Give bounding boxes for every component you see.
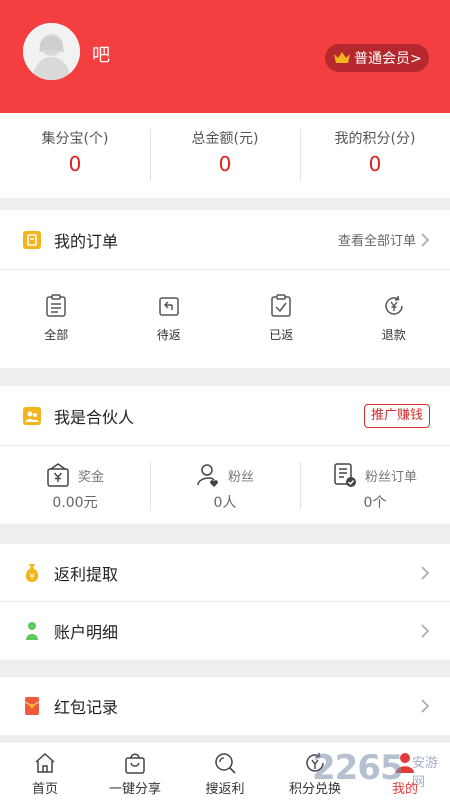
partner-title: 我是合伙人	[54, 407, 135, 427]
orders-card: 我的订单 查看全部订单 全部 待返 已返 退款	[0, 210, 450, 368]
partner-header: 我是合伙人 推广赚钱	[0, 386, 450, 446]
return-box-icon	[159, 297, 179, 316]
menu-red-envelope-label: 红包记录	[54, 698, 119, 717]
partner-card: 我是合伙人 推广赚钱 奖金 0.00元 粉丝 0人 粉丝订单 0个	[0, 386, 450, 524]
account-stats: 集分宝(个) 0 总金额(元) 0 我的积分(分) 0	[0, 113, 450, 198]
tab-search-rebate[interactable]: 搜返利	[180, 742, 270, 800]
tab-points-exchange-label: 积分兑换	[288, 782, 341, 797]
chevron-right-icon	[421, 565, 430, 580]
menu-rebate-withdraw[interactable]: ¥ 返利提取	[0, 544, 450, 602]
order-status-grid: 全部 待返 已返 退款	[0, 270, 450, 368]
order-returned-button[interactable]: 已返	[225, 270, 338, 368]
default-avatar-icon	[23, 23, 80, 80]
avatar[interactable]	[23, 23, 80, 80]
svg-text:¥: ¥	[29, 572, 34, 581]
tab-points-exchange[interactable]: 积分兑换	[270, 742, 360, 800]
order-all-label: 全部	[44, 328, 69, 342]
partner-fan-orders-value: 0个	[363, 495, 387, 511]
stat-points[interactable]: 我的积分(分) 0	[300, 113, 450, 198]
partner-stats: 奖金 0.00元 粉丝 0人 粉丝订单 0个	[0, 446, 450, 524]
stat-value: 0	[218, 152, 232, 176]
stat-label: 我的积分(分)	[334, 131, 416, 147]
stat-label: 总金额(元)	[191, 131, 259, 147]
partner-bonus-label: 奖金	[77, 469, 104, 485]
crown-icon	[334, 52, 350, 63]
stat-jifenbao[interactable]: 集分宝(个) 0	[0, 113, 150, 198]
profile-header: 吧 普通会员>	[0, 0, 450, 113]
stat-value: 0	[368, 152, 382, 176]
menu-group-1: ¥ 返利提取 账户明细	[0, 544, 450, 660]
stat-label: 集分宝(个)	[41, 131, 109, 147]
chevron-right-icon	[421, 699, 430, 713]
partner-bonus[interactable]: 奖金 0.00元	[0, 446, 150, 524]
partner-fans-label: 粉丝	[227, 469, 254, 485]
home-icon	[35, 752, 55, 773]
orders-title: 我的订单	[54, 231, 119, 251]
red-envelope-icon	[24, 697, 40, 715]
clipboard-check-icon	[271, 294, 291, 317]
money-bag-icon: ¥	[25, 563, 39, 582]
partner-icon	[23, 406, 41, 425]
view-all-orders-label: 查看全部订单	[337, 234, 416, 249]
shopping-bag-icon	[125, 753, 145, 774]
stat-value: 0	[68, 152, 82, 176]
order-icon	[23, 230, 41, 249]
order-returned-label: 已返	[269, 328, 294, 342]
stat-total-amount[interactable]: 总金额(元) 0	[150, 113, 300, 198]
partner-fan-orders-label: 粉丝订单	[364, 469, 417, 485]
tab-share[interactable]: 一键分享	[90, 742, 180, 800]
bottom-tab-bar: 首页 一键分享 搜返利 积分兑换 我的	[0, 741, 450, 800]
profile-icon	[396, 753, 414, 773]
yen-refund-icon	[385, 295, 403, 315]
order-pending-label: 待返	[156, 328, 181, 342]
username: 吧	[92, 45, 110, 66]
tab-profile-label: 我的	[391, 782, 418, 797]
tab-share-label: 一键分享	[108, 782, 161, 797]
yen-bag-icon	[47, 463, 69, 487]
points-exchange-icon	[306, 752, 324, 772]
order-refund-button[interactable]: 退款	[338, 270, 450, 368]
tab-search-rebate-label: 搜返利	[205, 782, 245, 797]
menu-account-details-label: 账户明细	[54, 623, 119, 642]
tab-home[interactable]: 首页	[0, 742, 90, 800]
orders-header: 我的订单 查看全部订单	[0, 210, 450, 270]
clipboard-list-icon	[46, 294, 66, 317]
order-pending-button[interactable]: 待返	[113, 270, 226, 368]
chevron-right-icon	[421, 232, 430, 247]
partner-bonus-value: 0.00元	[52, 495, 98, 511]
user-heart-icon	[197, 464, 218, 487]
menu-rebate-withdraw-label: 返利提取	[54, 564, 119, 584]
order-all-button[interactable]: 全部	[0, 270, 113, 368]
menu-group-2: 红包记录	[0, 677, 450, 735]
partner-fan-orders[interactable]: 粉丝订单 0个	[300, 446, 450, 524]
tab-profile[interactable]: 我的	[360, 742, 450, 800]
person-icon	[26, 622, 38, 640]
order-check-icon	[334, 463, 356, 487]
member-level-label: 普通会员>	[354, 51, 422, 67]
order-refund-label: 退款	[381, 328, 406, 342]
member-level-button[interactable]: 普通会员>	[325, 44, 429, 72]
menu-account-details[interactable]: 账户明细	[0, 602, 450, 660]
partner-fans-value: 0人	[213, 495, 237, 511]
view-all-orders-link[interactable]: 查看全部订单	[338, 230, 430, 249]
promote-earn-button[interactable]: 推广赚钱	[363, 403, 430, 428]
tab-home-label: 首页	[31, 782, 58, 797]
partner-fans[interactable]: 粉丝 0人	[150, 446, 300, 524]
search-icon	[215, 753, 236, 774]
menu-red-envelope-records[interactable]: 红包记录	[0, 677, 450, 735]
chevron-right-icon	[421, 624, 430, 638]
